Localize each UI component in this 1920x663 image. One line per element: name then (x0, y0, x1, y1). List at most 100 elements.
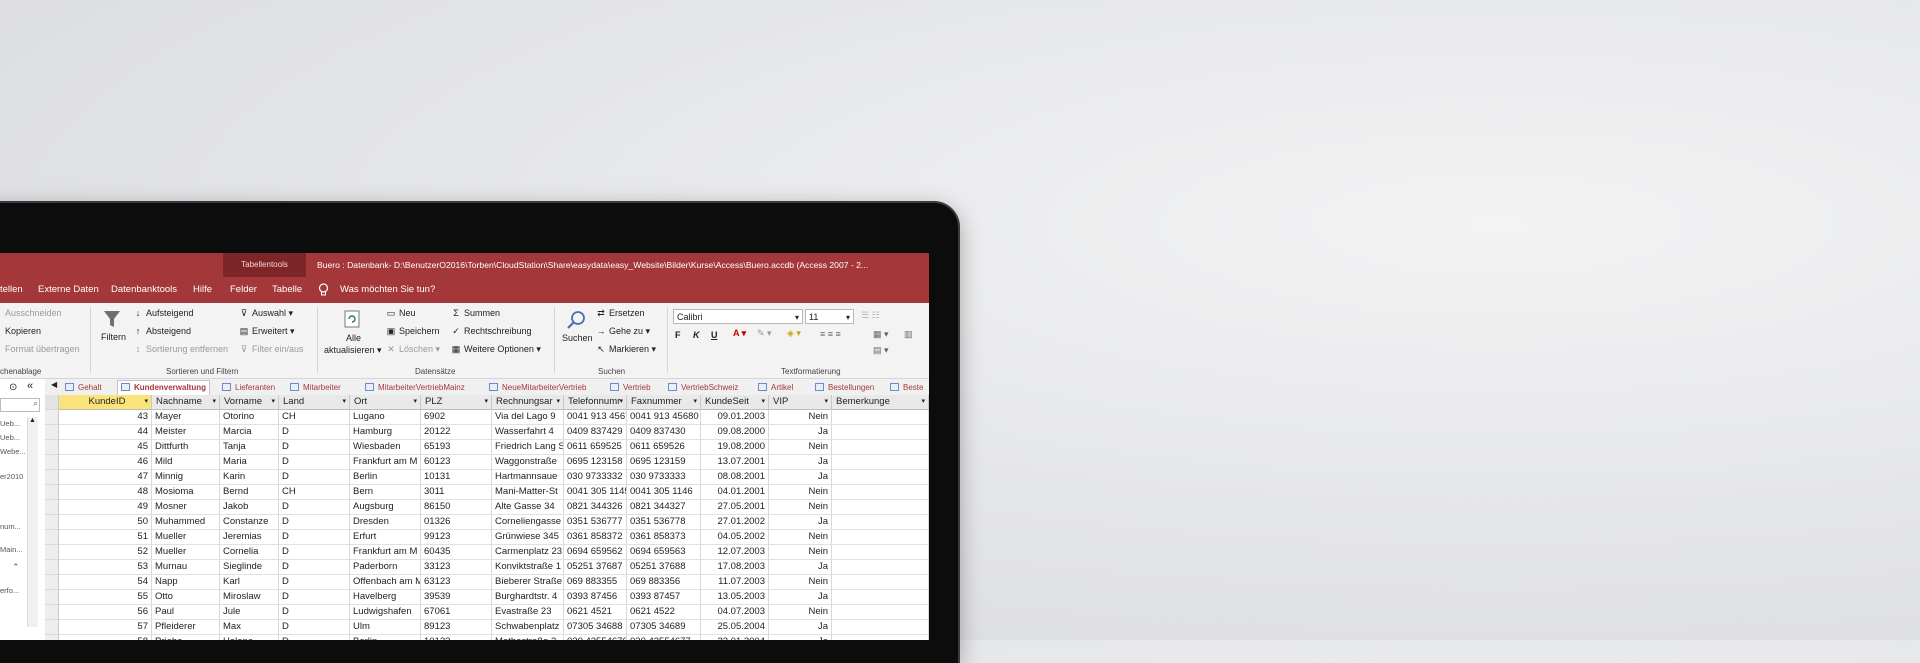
table-cell[interactable]: Lugano (350, 410, 421, 425)
column-header[interactable]: PLZ ▾ (421, 395, 492, 410)
table-cell[interactable]: Nein (769, 440, 832, 455)
nav-menu-icon[interactable]: ⊙ (9, 382, 17, 393)
table-cell[interactable]: Meister (152, 425, 220, 440)
table-cell[interactable]: Karl (220, 575, 279, 590)
table-cell[interactable]: Frankfurt am M (350, 545, 421, 560)
table-cell[interactable]: Karin (220, 470, 279, 485)
table-cell[interactable]: Evastraße 23 (492, 605, 564, 620)
record-selector[interactable] (45, 620, 59, 635)
column-header[interactable]: KundeSeit ▾ (701, 395, 769, 410)
table-cell[interactable]: Otto (152, 590, 220, 605)
fill-color-icon[interactable]: ◈ ▾ (787, 328, 801, 339)
column-filter-dropdown-icon[interactable]: ▾ (693, 395, 697, 409)
select-all-corner[interactable] (45, 395, 59, 410)
table-cell[interactable]: 58 (59, 635, 152, 640)
table-cell[interactable]: D (279, 500, 350, 515)
table-cell[interactable] (832, 485, 929, 500)
font-color-icon[interactable]: A ▾ (733, 328, 746, 339)
table-cell[interactable]: 43 (59, 410, 152, 425)
remove-sort-button[interactable]: ↕ Sortierung entfernen (133, 344, 228, 354)
record-selector[interactable] (45, 425, 59, 440)
gridlines-icon[interactable]: ▦ ▾ (873, 329, 889, 340)
table-cell[interactable]: 04.05.2002 (701, 530, 769, 545)
table-cell[interactable]: 57 (59, 620, 152, 635)
table-cell[interactable]: 48 (59, 485, 152, 500)
table-tools-tab[interactable]: Tabellentools (223, 253, 306, 277)
refresh-all-label-1[interactable]: Alle (346, 333, 361, 343)
find-button[interactable]: Suchen (562, 333, 593, 343)
table-cell[interactable]: D (279, 605, 350, 620)
table-cell[interactable]: 33123 (421, 560, 492, 575)
table-cell[interactable]: 0409 837429 (564, 425, 627, 440)
table-cell[interactable]: 11.07.2003 (701, 575, 769, 590)
replace-button[interactable]: ⇄ Ersetzen (596, 308, 644, 319)
table-cell[interactable]: Wasserfahrt 4 (492, 425, 564, 440)
column-filter-dropdown-icon[interactable]: ▾ (761, 395, 765, 409)
tab-artikel[interactable]: Artikel (758, 381, 793, 395)
table-cell[interactable]: Ja (769, 425, 832, 440)
table-cell[interactable]: Ja (769, 620, 832, 635)
bullets-icon[interactable]: ☰ ☷ (861, 310, 880, 321)
record-selector[interactable] (45, 500, 59, 515)
table-cell[interactable]: D (279, 440, 350, 455)
table-cell[interactable]: Grünwiese 345 (492, 530, 564, 545)
record-selector[interactable] (45, 410, 59, 425)
table-cell[interactable]: Frankfurt am M (350, 455, 421, 470)
format-painter-button[interactable]: Format übertragen (5, 344, 80, 354)
table-cell[interactable]: D (279, 545, 350, 560)
table-cell[interactable]: 0361 858372 (564, 530, 627, 545)
table-cell[interactable]: Tanja (220, 440, 279, 455)
table-cell[interactable]: 46 (59, 455, 152, 470)
nav-item[interactable]: erfo... (0, 586, 19, 595)
table-cell[interactable]: 0041 305 1145 (564, 485, 627, 500)
table-cell[interactable]: 54 (59, 575, 152, 590)
table-cell[interactable]: Mathestraße 3 (492, 635, 564, 640)
table-cell[interactable]: Mosioma (152, 485, 220, 500)
table-cell[interactable]: 0393 87457 (627, 590, 701, 605)
column-header[interactable]: VIP ▾ (769, 395, 832, 410)
table-cell[interactable] (832, 455, 929, 470)
table-cell[interactable]: Dresden (350, 515, 421, 530)
column-filter-dropdown-icon[interactable]: ▾ (619, 395, 623, 409)
table-cell[interactable]: D (279, 620, 350, 635)
nav-item[interactable]: Main... (0, 545, 23, 554)
column-header[interactable]: KundeID ▾ (59, 395, 152, 410)
table-cell[interactable]: 6902 (421, 410, 492, 425)
menu-external-data[interactable]: Externe Daten (38, 277, 99, 303)
table-cell[interactable]: Ja (769, 455, 832, 470)
table-cell[interactable]: Nein (769, 575, 832, 590)
column-header[interactable]: Land ▾ (279, 395, 350, 410)
column-header[interactable]: Nachname ▾ (152, 395, 220, 410)
table-cell[interactable]: Ulm (350, 620, 421, 635)
table-cell[interactable] (832, 440, 929, 455)
toggle-filter-button[interactable]: ⊽ Filter ein/aus (239, 344, 304, 355)
table-cell[interactable]: Marcia (220, 425, 279, 440)
table-cell[interactable]: Hartmannsaue (492, 470, 564, 485)
table-cell[interactable]: 0361 858373 (627, 530, 701, 545)
table-cell[interactable]: Alte Gasse 34 (492, 500, 564, 515)
table-cell[interactable]: Jeremias (220, 530, 279, 545)
table-cell[interactable]: Nein (769, 485, 832, 500)
table-cell[interactable]: 0351 536777 (564, 515, 627, 530)
table-cell[interactable]: Dittfurth (152, 440, 220, 455)
table-cell[interactable]: 3011 (421, 485, 492, 500)
expand-group-icon[interactable]: ⌃ (12, 562, 20, 573)
table-cell[interactable]: 52 (59, 545, 152, 560)
save-record-button[interactable]: ▣ Speichern (386, 326, 440, 337)
table-cell[interactable]: 10131 (421, 470, 492, 485)
table-cell[interactable]: 23.01.2004 (701, 635, 769, 640)
table-cell[interactable]: Paderborn (350, 560, 421, 575)
tab-vertrieb-schweiz[interactable]: VertriebSchweiz (668, 381, 738, 395)
table-cell[interactable]: Carmenplatz 23 (492, 545, 564, 560)
table-cell[interactable]: 01326 (421, 515, 492, 530)
record-selector[interactable] (45, 545, 59, 560)
table-cell[interactable]: Bieberer Straße (492, 575, 564, 590)
table-cell[interactable]: 0694 659563 (627, 545, 701, 560)
table-cell[interactable]: 53 (59, 560, 152, 575)
table-cell[interactable]: Constanze (220, 515, 279, 530)
table-cell[interactable]: 27.05.2001 (701, 500, 769, 515)
more-options-dropdown[interactable]: ▦ Weitere Optionen ▾ (451, 344, 541, 355)
table-cell[interactable] (832, 605, 929, 620)
table-cell[interactable]: 60123 (421, 455, 492, 470)
table-cell[interactable]: Ludwigshafen (350, 605, 421, 620)
